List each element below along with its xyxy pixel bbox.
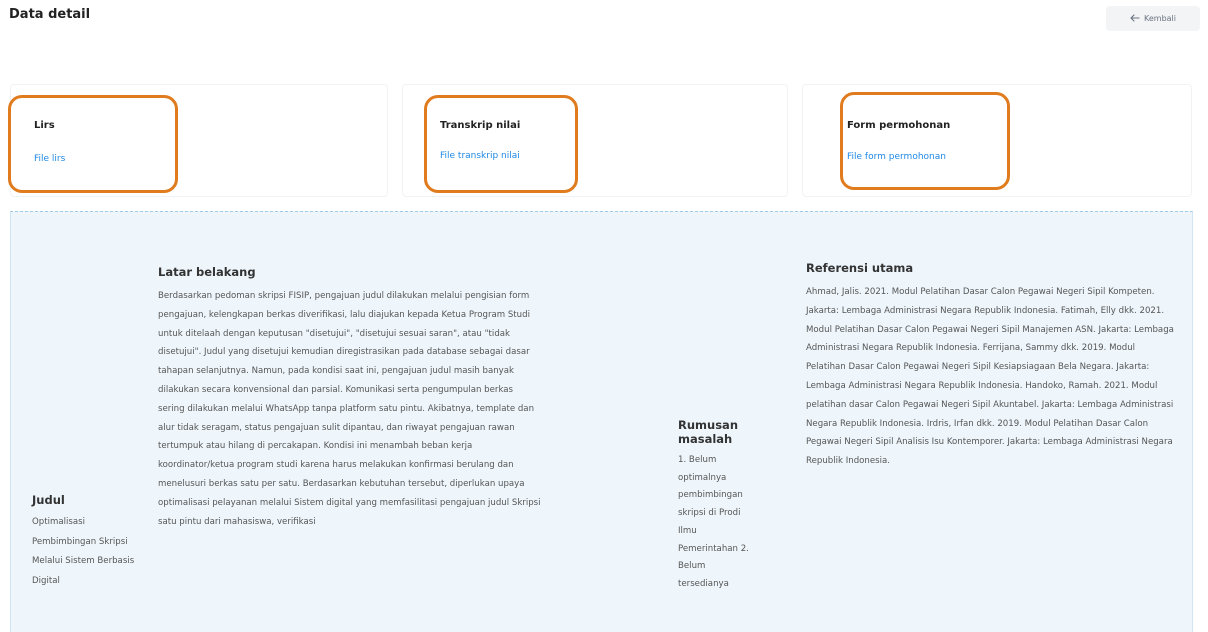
file-lirs-link[interactable]: File lirs (34, 154, 65, 164)
referensi-utama-label: Referensi utama (806, 261, 914, 275)
file-transkrip-link[interactable]: File transkrip nilai (440, 151, 520, 161)
latar-belakang-label: Latar belakang (158, 265, 256, 279)
card-form-title: Form permohonan (847, 120, 951, 131)
card-transkrip-nilai: Transkrip nilai File transkrip nilai (402, 84, 788, 197)
card-lirs-title: Lirs (34, 120, 55, 131)
rumusan-masalah-section: Rumusan masalah 1. Belum optimalnya pemb… (678, 418, 758, 594)
back-button-label: Kembali (1144, 14, 1176, 23)
file-form-link[interactable]: File form permohonan (847, 152, 946, 162)
latar-belakang-value: Berdasarkan pedoman skripsi FISIP, penga… (158, 291, 541, 527)
back-button[interactable]: Kembali (1106, 6, 1200, 31)
page-title: Data detail (9, 7, 91, 22)
arrow-left-icon (1130, 13, 1140, 24)
card-form-permohonan: Form permohonan File form permohonan (802, 84, 1192, 197)
detail-panel: Judul Optimalisasi Pembimbingan Skripsi … (10, 211, 1193, 632)
rumusan-masalah-label: Rumusan masalah (678, 418, 739, 446)
card-lirs: Lirs File lirs (10, 84, 388, 197)
referensi-utama-value: Ahmad, Jalis. 2021. Modul Pelatihan Dasa… (806, 287, 1174, 467)
page-header: Data detail Kembali (0, 0, 1208, 40)
referensi-utama-section: Referensi utama Ahmad, Jalis. 2021. Modu… (806, 261, 1176, 471)
judul-label: Judul (32, 493, 65, 507)
card-transkrip-title: Transkrip nilai (440, 120, 521, 131)
judul-value: Optimalisasi Pembimbingan Skripsi Melalu… (32, 517, 135, 586)
rumusan-masalah-value: 1. Belum optimalnya pembimbingan skripsi… (678, 455, 749, 589)
latar-belakang-section: Latar belakang Berdasarkan pedoman skrip… (158, 265, 542, 531)
judul-section: Judul Optimalisasi Pembimbingan Skripsi … (32, 493, 137, 591)
